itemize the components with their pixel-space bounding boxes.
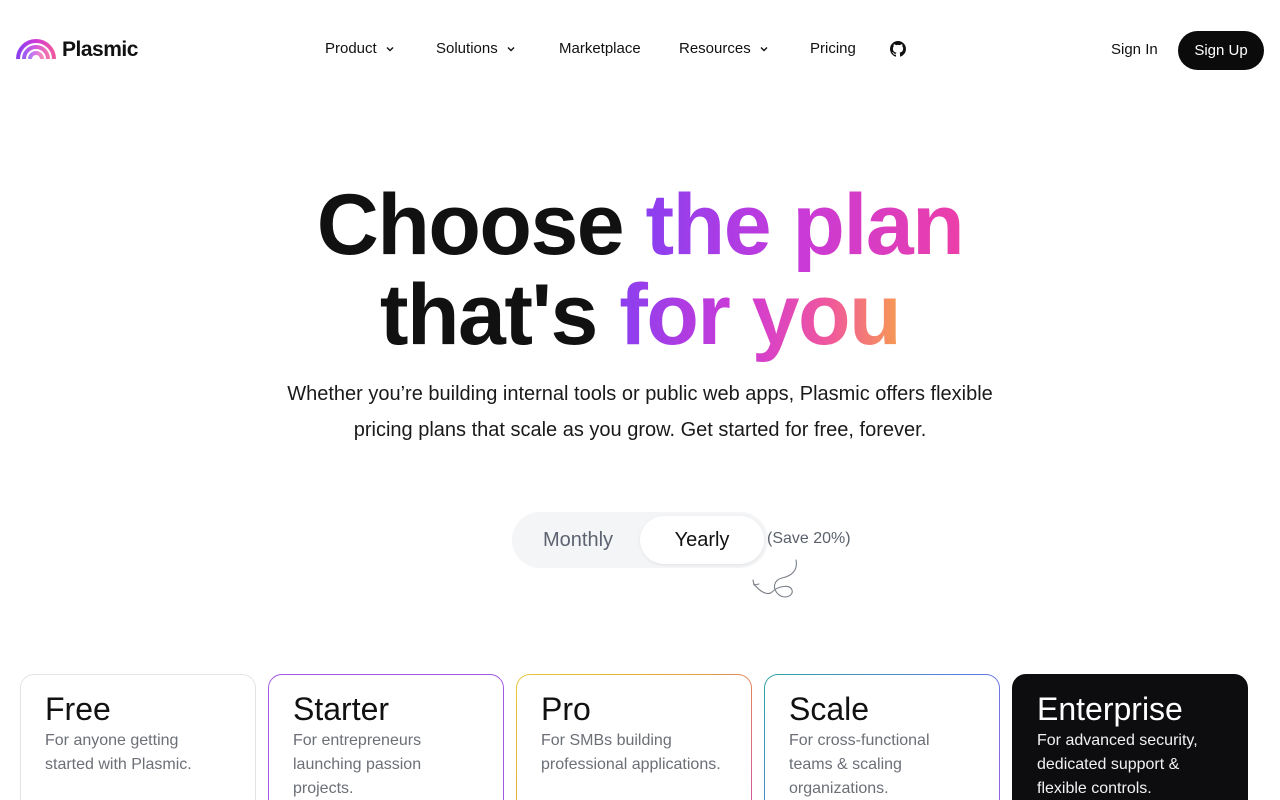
chevron-down-icon — [760, 46, 768, 51]
nav-item-label: Product — [325, 40, 377, 57]
nav-item-pricing[interactable]: Pricing — [810, 40, 856, 57]
plan-description: For advanced security, dedicated support… — [1037, 732, 1198, 797]
plan-description: For SMBs building professional applicati… — [541, 732, 721, 773]
plan-description: For cross-functional teams & scaling org… — [789, 732, 930, 797]
plan-name: Enterprise — [1037, 691, 1183, 727]
nav-item-resources[interactable]: Resources — [679, 40, 769, 57]
plan-name: Scale — [789, 691, 870, 727]
plan-card-starter[interactable]: Starter For entrepreneurs launching pass… — [268, 674, 504, 800]
top-navigation: Plasmic Product Solutions Marketplace Re… — [0, 0, 1280, 100]
nav-item-product[interactable]: Product — [325, 40, 395, 57]
plan-description: For entrepreneurs launching passion proj… — [293, 732, 422, 797]
title-line-1: Choose the plan — [316, 177, 965, 273]
save-note: (Save 20%) — [767, 530, 851, 547]
plasmic-logo-icon — [16, 39, 56, 60]
plan-card-pro[interactable]: Pro For SMBs building professional appli… — [516, 674, 752, 800]
nav-item-solutions[interactable]: Solutions — [436, 40, 516, 57]
title-text: that's — [379, 267, 620, 363]
title-highlight: for you — [619, 267, 901, 363]
chevron-down-icon — [507, 46, 515, 51]
toggle-option-yearly[interactable]: Yearly — [640, 516, 764, 564]
nav-item-label: Solutions — [436, 40, 498, 57]
plan-description: For anyone getting started with Plasmic. — [45, 732, 192, 773]
plan-card-scale[interactable]: Scale For cross-functional teams & scali… — [764, 674, 1000, 800]
plan-name: Free — [45, 691, 111, 727]
plan-card-free[interactable]: Free For anyone getting started with Pla… — [20, 674, 256, 800]
toggle-option-monthly[interactable]: Monthly — [516, 516, 640, 564]
plan-name: Pro — [541, 691, 591, 727]
curved-arrow-icon — [752, 559, 797, 598]
sign-up-button[interactable]: Sign Up — [1178, 31, 1264, 70]
nav-item-label: Marketplace — [559, 40, 641, 57]
hero-subtitle: Whether you’re building internal tools o… — [287, 383, 993, 441]
nav-item-label: Pricing — [810, 40, 856, 57]
plan-card-enterprise[interactable]: Enterprise For advanced security, dedica… — [1012, 674, 1248, 800]
page-title: Choose the plan that's for you — [0, 180, 1280, 360]
brand-logo[interactable]: Plasmic — [16, 37, 138, 63]
billing-period-toggle: Monthly Yearly — [512, 512, 768, 568]
github-icon[interactable] — [890, 41, 906, 57]
title-highlight: the plan — [645, 177, 965, 273]
plan-name: Starter — [293, 691, 390, 727]
title-text: Choose — [316, 177, 646, 273]
nav-item-label: Resources — [679, 40, 751, 57]
brand-name: Plasmic — [62, 38, 138, 61]
nav-item-marketplace[interactable]: Marketplace — [559, 40, 641, 57]
chevron-down-icon — [386, 46, 394, 51]
sign-in-link[interactable]: Sign In — [1111, 41, 1158, 58]
title-line-2: that's for you — [379, 267, 902, 363]
